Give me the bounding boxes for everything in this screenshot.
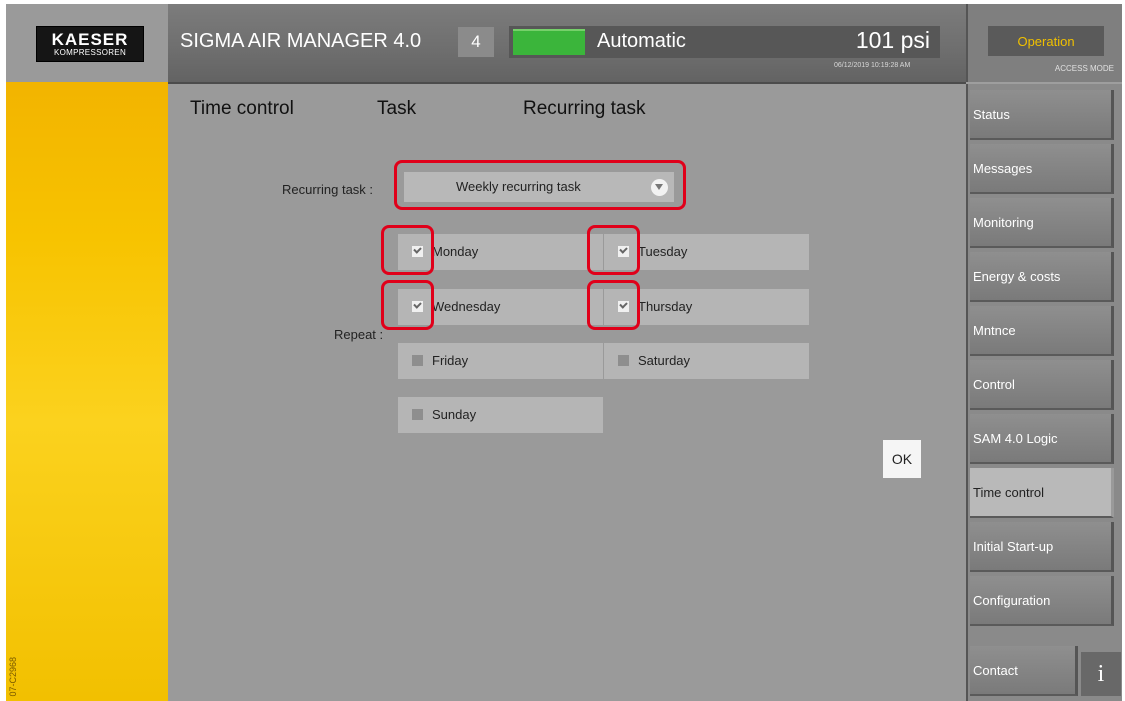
- day-label: Wednesday: [432, 299, 501, 314]
- day-label: Saturday: [638, 353, 691, 368]
- logo-area: KAESER KOMPRESSOREN: [6, 4, 168, 82]
- operation-button[interactable]: Operation: [988, 26, 1104, 56]
- sidebar-item-messages[interactable]: Messages: [970, 144, 1114, 194]
- highlight-tuesday-checkbox: [587, 225, 640, 275]
- sidebar-nav: Status Messages Monitoring Energy & cost…: [966, 84, 1122, 701]
- sidebar-item-monitoring[interactable]: Monitoring: [970, 198, 1114, 248]
- main-content: Time control Task Recurring task Recurri…: [168, 84, 966, 701]
- status-led-icon: [513, 29, 585, 55]
- breadcrumb-recurring-task: Recurring task: [523, 98, 646, 119]
- day-label: Friday: [432, 353, 469, 368]
- breadcrumb-time-control[interactable]: Time control: [190, 98, 294, 120]
- status-box: Automatic 101 psi: [509, 26, 940, 58]
- day-saturday[interactable]: Saturday: [604, 343, 809, 379]
- day-friday[interactable]: Friday: [398, 343, 603, 379]
- day-sunday[interactable]: Sunday: [398, 397, 603, 433]
- app-title: SIGMA AIR MANAGER 4.0: [180, 30, 422, 52]
- day-label: Tuesday: [638, 244, 688, 259]
- app-window: KAESER KOMPRESSOREN SIGMA AIR MANAGER 4.…: [6, 4, 1122, 701]
- unit-number-badge: 4: [458, 27, 494, 57]
- status-header: SIGMA AIR MANAGER 4.0 4 Automatic 101 ps…: [168, 4, 966, 84]
- document-id: 07-C2968: [8, 657, 18, 697]
- highlight-thursday-checkbox: [587, 280, 640, 330]
- sidebar-item-maintenance[interactable]: Mntnce: [970, 306, 1114, 356]
- sidebar-item-time-control[interactable]: Time control: [970, 468, 1114, 518]
- checkbox-unchecked-icon[interactable]: [412, 355, 423, 366]
- checkbox-unchecked-icon[interactable]: [618, 355, 629, 366]
- logo-text: KAESER: [51, 29, 129, 49]
- sidebar-item-initial-startup[interactable]: Initial Start-up: [970, 522, 1114, 572]
- sidebar-item-energy-costs[interactable]: Energy & costs: [970, 252, 1114, 302]
- day-label: Monday: [432, 244, 479, 259]
- checkbox-unchecked-icon[interactable]: [412, 409, 423, 420]
- access-mode-label: ACCESS MODE: [1054, 64, 1114, 73]
- ok-button[interactable]: OK: [883, 440, 921, 478]
- access-panel: Operation ACCESS MODE: [966, 4, 1122, 82]
- operating-mode: Automatic: [597, 30, 686, 52]
- kaeser-logo: KAESER KOMPRESSOREN: [36, 26, 144, 62]
- day-label: Thursday: [638, 299, 693, 314]
- sidebar-item-control[interactable]: Control: [970, 360, 1114, 410]
- highlight-monday-checkbox: [381, 225, 434, 275]
- sidebar-item-status[interactable]: Status: [970, 90, 1114, 140]
- left-accent-bar: 07-C2968: [6, 82, 168, 701]
- highlight-wednesday-checkbox: [381, 280, 434, 330]
- day-label: Sunday: [432, 407, 477, 422]
- sidebar-item-configuration[interactable]: Configuration: [970, 576, 1114, 626]
- system-pressure: 101 psi: [855, 27, 930, 53]
- logo-subtext: KOMPRESSOREN: [53, 47, 127, 57]
- recurring-task-label: Recurring task :: [282, 182, 374, 197]
- highlight-recurring-task: [394, 160, 686, 210]
- repeat-label: Repeat :: [334, 327, 384, 342]
- sidebar-item-sam-logic[interactable]: SAM 4.0 Logic: [970, 414, 1114, 464]
- sidebar-item-contact[interactable]: Contact: [970, 646, 1078, 696]
- date-time: 06/12/2019 10:19:28 AM: [834, 62, 911, 69]
- breadcrumb-task[interactable]: Task: [377, 98, 416, 120]
- info-icon[interactable]: i: [1081, 652, 1121, 696]
